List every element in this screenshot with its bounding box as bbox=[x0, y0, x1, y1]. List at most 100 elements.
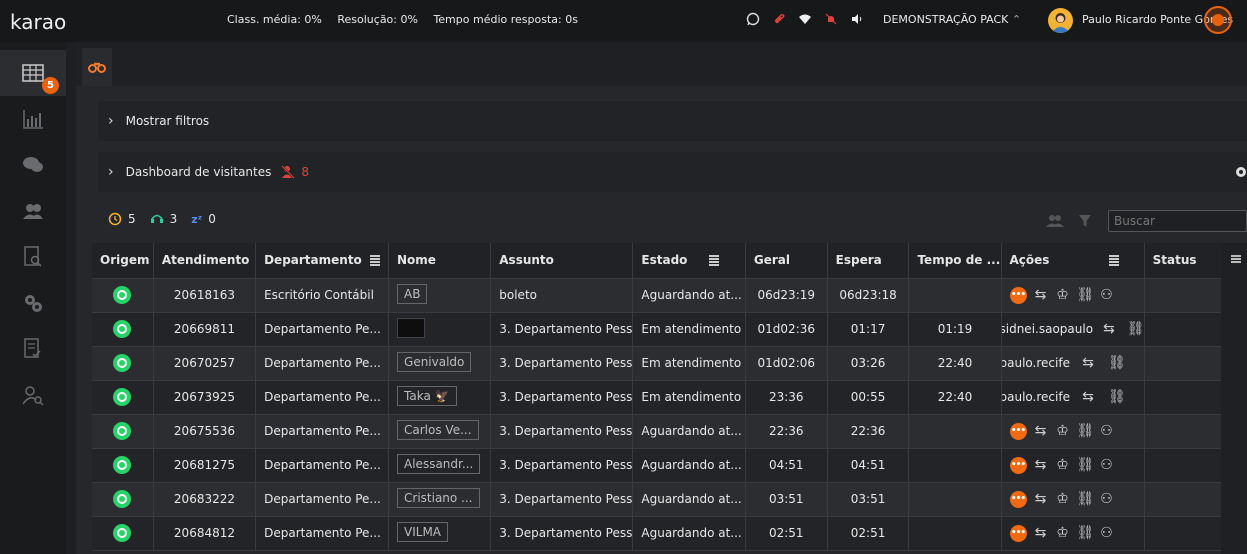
users-icon[interactable] bbox=[1046, 214, 1064, 228]
name-badge[interactable] bbox=[397, 317, 426, 338]
column-menu-icon[interactable] bbox=[369, 255, 380, 267]
whatsapp-status-icon[interactable] bbox=[746, 12, 760, 26]
sidebar-item-settings[interactable] bbox=[0, 280, 66, 326]
col-acoes[interactable]: Ações bbox=[1001, 243, 1145, 279]
pack-selector[interactable]: DEMONSTRAÇÃO PACK ⌃ bbox=[883, 13, 1021, 26]
table-row[interactable]: 20618163 Escritório Contábil AB boleto Aguar… bbox=[92, 278, 1247, 313]
sidebar-item-search-docs[interactable] bbox=[0, 234, 66, 280]
unlink-icon[interactable]: ⛓ bbox=[1077, 423, 1095, 439]
sidebar-item-chat[interactable] bbox=[0, 142, 66, 188]
atendimento-link[interactable]: 20670257 bbox=[153, 346, 257, 381]
atendimento-link[interactable]: 20684812 bbox=[153, 516, 257, 551]
notification-off-icon[interactable] bbox=[824, 12, 838, 26]
sidebar-item-reports[interactable] bbox=[0, 96, 66, 142]
atendimento-link[interactable]: 20683222 bbox=[153, 482, 257, 517]
dashboard-panel-toggle[interactable]: › Dashboard de visitantes 8 bbox=[98, 152, 1247, 192]
unlink-icon[interactable]: ⛓ bbox=[1077, 287, 1095, 303]
user-add-icon[interactable]: ⚇ bbox=[1099, 423, 1115, 439]
unlink-icon[interactable]: ⛓ bbox=[1077, 457, 1095, 473]
table-row[interactable]: 20675536 Departamento Pe... Carlos Ve... 3.… bbox=[92, 414, 1247, 449]
assunto-cell: 3. Departamento Pessoa bbox=[490, 312, 634, 347]
chat-bubble-icon[interactable]: ••• bbox=[1009, 524, 1027, 542]
column-menu-icon[interactable] bbox=[709, 255, 720, 267]
unlink-icon[interactable]: ⛓ bbox=[1077, 491, 1095, 507]
transfer-icon[interactable]: ⇆ bbox=[1080, 389, 1096, 405]
queue-counters: 5 3 zᶻ 0 bbox=[108, 212, 216, 226]
user-add-icon[interactable]: ⚇ bbox=[1099, 457, 1115, 473]
filter-icon[interactable] bbox=[1078, 214, 1092, 228]
col-geral[interactable]: Geral bbox=[745, 243, 828, 279]
whatsapp-icon bbox=[113, 490, 132, 508]
table-row[interactable]: 20670257 Departamento Pe... Genivaldo 3. De… bbox=[92, 346, 1247, 381]
table-row[interactable]: 20681275 Departamento Pe... Alessandr... 3.… bbox=[92, 448, 1247, 483]
volume-icon[interactable] bbox=[850, 12, 864, 26]
tab-monitor[interactable] bbox=[82, 48, 112, 86]
col-nome[interactable]: Nome bbox=[388, 243, 492, 279]
name-badge[interactable]: Taka 🦅 bbox=[397, 385, 457, 406]
crown-icon[interactable]: ♔ bbox=[1055, 287, 1071, 303]
transfer-icon[interactable]: ⇆ bbox=[1103, 321, 1115, 337]
col-departamento[interactable]: Departamento bbox=[255, 243, 390, 279]
chat-bubble-icon[interactable]: ••• bbox=[1009, 286, 1027, 304]
sidebar-item-user-search[interactable] bbox=[0, 372, 66, 418]
transfer-icon[interactable]: ⇆ bbox=[1033, 457, 1049, 473]
user-add-icon[interactable]: ⚇ bbox=[1099, 491, 1115, 507]
sidebar-item-contacts[interactable] bbox=[0, 188, 66, 234]
table-row[interactable]: 20673925 Departamento Pe... Taka 🦅 3. Depar… bbox=[92, 380, 1247, 415]
atendimento-link[interactable]: 20673925 bbox=[153, 380, 257, 415]
chat-bubble-icon[interactable]: ••• bbox=[1009, 456, 1027, 474]
unlink-icon[interactable]: ⛓ bbox=[1108, 355, 1126, 371]
unlink-icon[interactable]: ⛓ bbox=[1127, 321, 1143, 337]
crown-icon[interactable]: ♔ bbox=[1055, 491, 1071, 507]
col-estado[interactable]: Estado bbox=[632, 243, 746, 279]
search-input[interactable] bbox=[1108, 210, 1247, 232]
col-origem[interactable]: Origem bbox=[92, 243, 154, 279]
col-atendimento[interactable]: Atendimento bbox=[153, 243, 257, 279]
name-badge[interactable]: Carlos Ve... bbox=[397, 419, 479, 440]
col-tempo[interactable]: Tempo de ... bbox=[908, 243, 1002, 279]
name-badge[interactable]: AB bbox=[397, 283, 428, 304]
column-chooser-icon[interactable] bbox=[1231, 255, 1241, 263]
unlink-icon[interactable]: ⛓ bbox=[1077, 525, 1095, 541]
vertical-scrollbar[interactable] bbox=[1221, 243, 1247, 554]
assunto-cell: 3. Departamento Pessoa bbox=[490, 448, 634, 483]
name-badge[interactable]: VILMA bbox=[397, 521, 449, 542]
transfer-icon[interactable]: ⇆ bbox=[1080, 355, 1096, 371]
table-row[interactable]: 20683222 Departamento Pe... Cristiano ... 3… bbox=[92, 482, 1247, 517]
table-row[interactable]: 20669811 Departamento Pe... 3. Departament… bbox=[92, 312, 1247, 347]
unlink-icon[interactable]: ⛓ bbox=[1108, 389, 1126, 405]
wifi-icon[interactable] bbox=[798, 12, 812, 26]
transfer-icon[interactable]: ⇆ bbox=[1033, 287, 1049, 303]
chat-bubble-icon[interactable]: ••• bbox=[1009, 490, 1027, 508]
column-menu-icon[interactable] bbox=[1109, 255, 1120, 267]
transfer-icon[interactable]: ⇆ bbox=[1033, 423, 1049, 439]
sidebar-item-reports-docs[interactable] bbox=[0, 326, 66, 372]
user-add-icon[interactable]: ⚇ bbox=[1099, 525, 1115, 541]
name-badge[interactable]: Genivaldo bbox=[397, 351, 472, 372]
crown-icon[interactable]: ♔ bbox=[1055, 525, 1071, 541]
crown-icon[interactable]: ♔ bbox=[1055, 457, 1071, 473]
atendimento-link[interactable]: 20669811 bbox=[153, 312, 257, 347]
recording-indicator-icon[interactable] bbox=[1204, 6, 1232, 34]
waiting-count: 5 bbox=[128, 212, 136, 226]
chat-bubble-icon[interactable]: ••• bbox=[1009, 422, 1027, 440]
user-add-icon[interactable]: ⚇ bbox=[1099, 287, 1115, 303]
filters-panel-toggle[interactable]: › Mostrar filtros bbox=[98, 101, 1247, 141]
atendimento-link[interactable]: 20618163 bbox=[153, 278, 257, 313]
sidebar-item-atendimentos[interactable]: 5 bbox=[0, 50, 66, 96]
atendimento-link[interactable]: 20681275 bbox=[153, 448, 257, 483]
col-assunto[interactable]: Assunto bbox=[490, 243, 634, 279]
transfer-icon[interactable]: ⇆ bbox=[1033, 491, 1049, 507]
table-row[interactable]: 20684812 Departamento Pe... VILMA 3. Depart… bbox=[92, 516, 1247, 551]
atendimento-link[interactable]: 20675536 bbox=[153, 414, 257, 449]
name-badge[interactable]: Cristiano ... bbox=[397, 487, 480, 508]
name-badge[interactable]: Alessandr... bbox=[397, 453, 481, 474]
avatar[interactable] bbox=[1048, 8, 1073, 33]
gear-icon[interactable] bbox=[1234, 165, 1247, 179]
attachment-off-icon[interactable] bbox=[772, 12, 786, 26]
crown-icon[interactable]: ♔ bbox=[1055, 423, 1071, 439]
status-icons bbox=[746, 12, 864, 26]
col-espera[interactable]: Espera bbox=[827, 243, 910, 279]
transfer-icon[interactable]: ⇆ bbox=[1033, 525, 1049, 541]
sleeping-count: 0 bbox=[208, 212, 216, 226]
